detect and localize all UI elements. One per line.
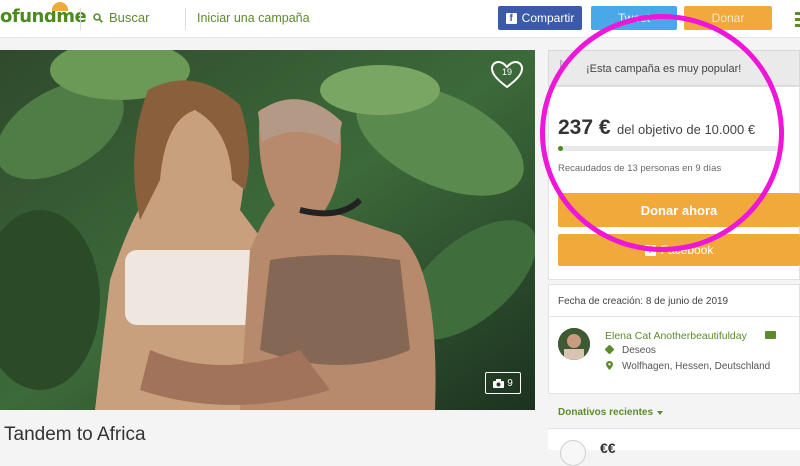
location-text: Wolfhagen, Hessen, Deutschland: [622, 361, 771, 372]
donate-label: Donar: [711, 11, 745, 25]
organizer-name[interactable]: Elena Cat Anotherbeautifulday: [605, 330, 747, 342]
organizer-avatar[interactable]: [558, 328, 590, 360]
recent-donations-toggle[interactable]: Donativos recientes: [558, 407, 653, 418]
progress-bar-fill: [558, 146, 563, 151]
heart-count: 19: [501, 67, 512, 77]
mail-icon[interactable]: [765, 331, 776, 339]
location-pin-icon: [606, 361, 613, 370]
share-facebook-label: Facebook: [660, 243, 714, 257]
campaign-photo[interactable]: [0, 50, 535, 410]
created-date: Fecha de creación: 8 de junio de 2019: [558, 296, 729, 307]
menu-icon[interactable]: [795, 12, 800, 30]
chevron-down-icon[interactable]: [657, 411, 663, 415]
logo-sun-icon: [52, 2, 68, 11]
gofundme-logo[interactable]: ofundme: [0, 6, 87, 27]
facebook-icon: f: [505, 12, 517, 24]
flag-icon: [560, 60, 569, 72]
goal-text: del objetivo de 10.000 €: [617, 122, 756, 137]
tweet-button[interactable]: Tweet: [591, 6, 677, 30]
logo-text: ofundme: [0, 6, 87, 27]
popular-text: ¡Esta campaña es muy popular!: [586, 63, 742, 75]
start-campaign-link[interactable]: Iniciar una campaña: [197, 11, 310, 25]
share-facebook-sidebar-button[interactable]: f Facebook: [558, 234, 800, 266]
divider: [80, 8, 81, 30]
raised-amount: 237 €: [558, 116, 611, 139]
donor-amount: €€: [600, 440, 616, 456]
avatar-illustration: [558, 328, 590, 360]
divider: [185, 8, 186, 30]
share-facebook-button[interactable]: f Compartir: [498, 6, 582, 30]
recent-donations-list: [548, 428, 800, 450]
raised-by-text: Recaudados de 13 personas en 9 días: [558, 163, 722, 174]
donor-avatar: [560, 440, 586, 466]
search-icon: [93, 13, 103, 23]
tweet-label: Tweet: [617, 11, 650, 25]
camera-icon: [493, 378, 505, 388]
facebook-icon: f: [644, 244, 656, 256]
donate-now-button[interactable]: Donar ahora: [558, 193, 800, 227]
search-label: Buscar: [109, 10, 150, 25]
donate-button[interactable]: Donar: [684, 6, 772, 30]
share-label: Compartir: [521, 11, 575, 25]
photo-gallery-button[interactable]: 9: [485, 372, 521, 394]
photo-count: 9: [507, 377, 513, 389]
divider: [548, 316, 800, 317]
search-button[interactable]: Buscar: [93, 10, 149, 25]
campaign-photo-illustration: [0, 50, 535, 410]
progress-bar: [558, 146, 780, 151]
campaign-title: Tandem to Africa: [4, 424, 146, 445]
category-text[interactable]: Deseos: [622, 345, 656, 356]
